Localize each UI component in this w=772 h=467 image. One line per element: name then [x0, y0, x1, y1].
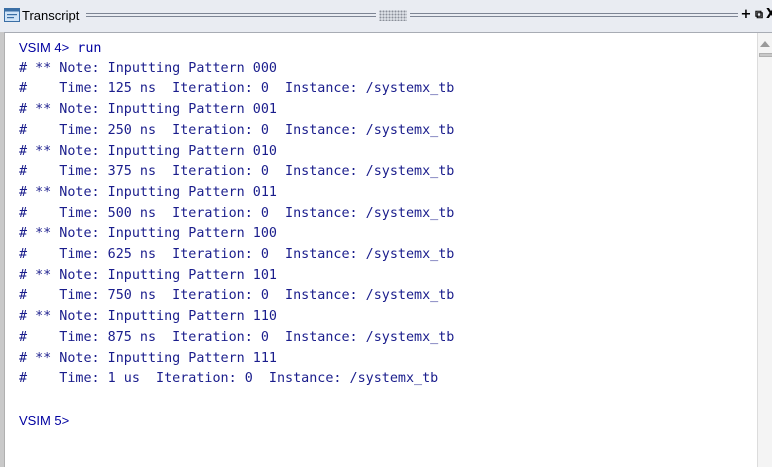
transcript-line: # ** Note: Inputting Pattern 001 [19, 102, 277, 118]
transcript-line: # Time: 875 ns Iteration: 0 Instance: /s… [19, 329, 455, 345]
close-button[interactable]: X [766, 8, 772, 22]
transcript-line: # ** Note: Inputting Pattern 000 [19, 60, 277, 76]
prompt-line: VSIM 5> [19, 411, 69, 431]
transcript-line: # Time: 250 ns Iteration: 0 Instance: /s… [19, 122, 455, 138]
transcript-line: # Time: 625 ns Iteration: 0 Instance: /s… [19, 247, 455, 262]
titlebar-grip-right [410, 13, 738, 17]
scroll-up-arrow-icon[interactable] [760, 41, 770, 47]
prompt-label: VSIM 5> [19, 412, 70, 428]
window-title: Transcript [22, 8, 80, 23]
undock-button[interactable]: ⧉ [753, 8, 765, 22]
scroll-thumb[interactable] [759, 53, 772, 57]
prompt-command: run [69, 41, 102, 56]
transcript-icon [4, 8, 20, 22]
transcript-line: # Time: 500 ns Iteration: 0 Instance: /s… [19, 205, 455, 221]
prompt-line: VSIM 4> run [19, 38, 101, 58]
transcript-titlebar[interactable]: Transcript + ⧉ X [0, 0, 772, 33]
transcript-line: # ** Note: Inputting Pattern 100 [19, 226, 277, 242]
titlebar-grip-left [86, 13, 376, 17]
transcript-line: # ** Note: Inputting Pattern 010 [19, 143, 277, 159]
add-pane-button[interactable]: + [740, 8, 752, 22]
transcript-line: # ** Note: Inputting Pattern 111 [19, 350, 277, 366]
transcript-line: # ** Note: Inputting Pattern 101 [19, 267, 277, 283]
transcript-line: # ** Note: Inputting Pattern 011 [19, 184, 277, 200]
prompt-label: VSIM 4> [19, 40, 70, 55]
transcript-line: # Time: 750 ns Iteration: 0 Instance: /s… [19, 288, 455, 304]
transcript-window: Transcript + ⧉ X VSIM 4> run # ** Note: I… [0, 0, 772, 467]
transcript-line: # Time: 1 us Iteration: 0 Instance: /sys… [19, 371, 439, 387]
transcript-line: # Time: 125 ns Iteration: 0 Instance: /s… [19, 81, 455, 97]
vertical-scrollbar[interactable] [757, 33, 772, 467]
transcript-line: # ** Note: Inputting Pattern 110 [19, 309, 277, 325]
titlebar-grip-dots[interactable] [379, 10, 407, 21]
transcript-content[interactable]: VSIM 4> run # ** Note: Inputting Pattern … [4, 33, 758, 467]
transcript-line: # Time: 375 ns Iteration: 0 Instance: /s… [19, 164, 455, 180]
